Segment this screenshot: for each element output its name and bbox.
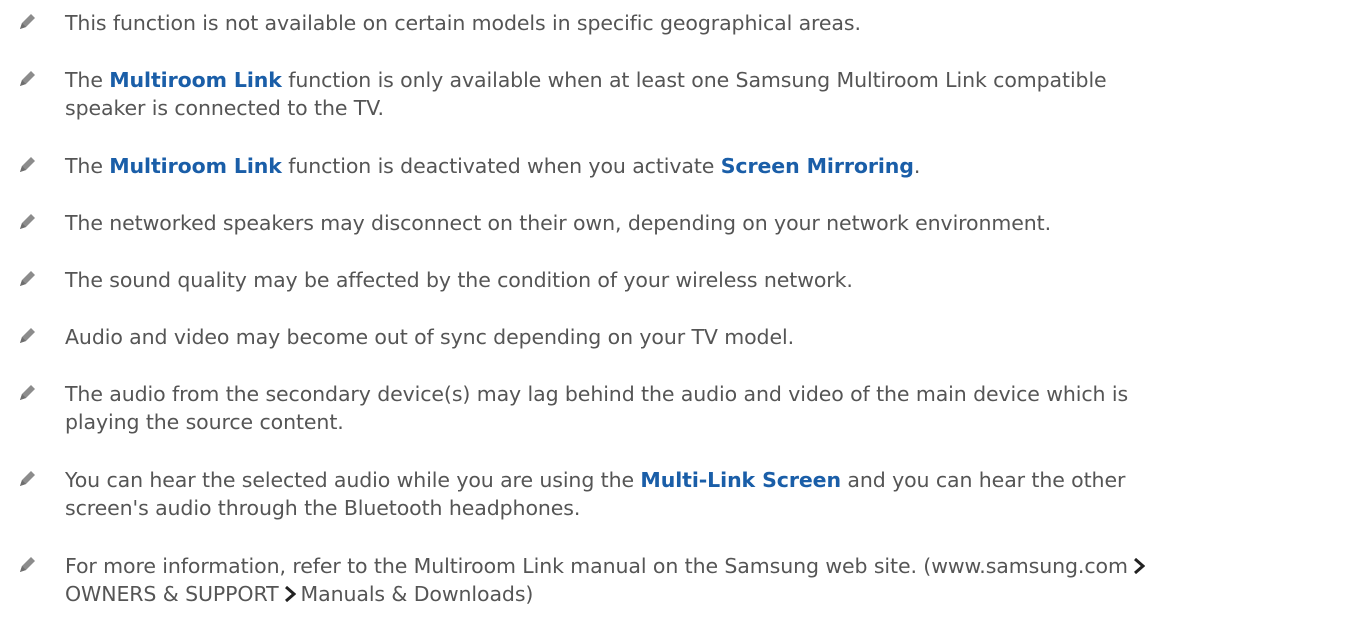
screen-mirroring-term: Screen Mirroring xyxy=(720,154,914,178)
multiroom-link-term: Multiroom Link xyxy=(109,68,282,92)
pencil-icon xyxy=(20,385,35,400)
note-text: The audio from the secondary device(s) m… xyxy=(65,382,1129,434)
note-text: Audio and video may become out of sync d… xyxy=(65,325,794,349)
note-text: The sound quality may be affected by the… xyxy=(65,268,853,292)
pencil-icon xyxy=(20,557,35,572)
pencil-icon xyxy=(20,14,35,29)
note-text: The Multiroom Link function is deactivat… xyxy=(65,154,921,178)
pencil-icon xyxy=(20,214,35,229)
pencil-icon xyxy=(20,157,35,172)
multiroom-link-term: Multiroom Link xyxy=(109,154,282,178)
note-text: The Multiroom Link function is only avai… xyxy=(65,68,1107,120)
note-text: For more information, refer to the Multi… xyxy=(65,552,1335,608)
chevron-right-icon xyxy=(1133,558,1145,574)
multi-link-screen-term: Multi-Link Screen xyxy=(640,468,841,492)
pencil-icon xyxy=(20,271,35,286)
note-text: This function is not available on certai… xyxy=(65,11,861,35)
pencil-icon xyxy=(20,328,35,343)
note-text: The networked speakers may disconnect on… xyxy=(65,211,1052,235)
pencil-icon xyxy=(20,471,35,486)
note-text: You can hear the selected audio while yo… xyxy=(65,468,1126,520)
pencil-icon xyxy=(20,71,35,86)
chevron-right-icon xyxy=(284,586,296,602)
